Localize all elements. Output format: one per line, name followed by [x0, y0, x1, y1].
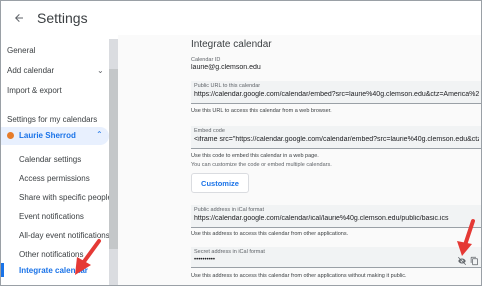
annotation-arrow-secret — [457, 219, 475, 256]
settings-window: Settings General Add calendar ⌄ Import &… — [0, 0, 482, 286]
annotation-arrows — [75, 219, 475, 275]
annotation-arrow-sidebar — [75, 239, 101, 275]
